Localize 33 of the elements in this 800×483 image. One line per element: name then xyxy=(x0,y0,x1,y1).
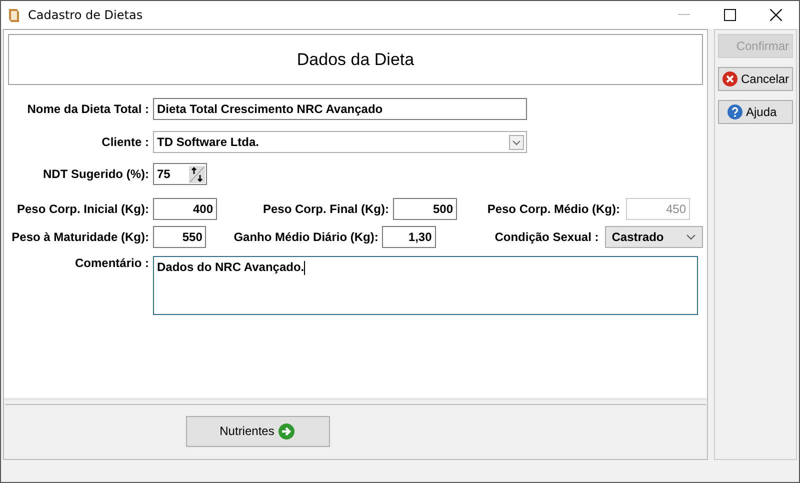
cancel-icon xyxy=(722,71,738,87)
spin-arrows-icon[interactable] xyxy=(189,166,205,182)
number-field[interactable]: 1,30 xyxy=(382,226,436,248)
window-title: Cadastro de Dietas xyxy=(28,8,143,22)
dropdown-icon xyxy=(509,134,524,150)
field-label: Cliente : xyxy=(100,135,149,149)
field-label: Ganho Médio Diário (Kg): xyxy=(232,230,378,244)
number-field[interactable]: 400 xyxy=(153,198,217,220)
close-icon[interactable] xyxy=(770,9,782,21)
section-title: Dados da Dieta xyxy=(296,50,414,70)
name-field[interactable]: Dieta Total Crescimento NRC Avançado xyxy=(153,98,527,120)
field-label: Peso à Maturidade (Kg): xyxy=(10,230,149,244)
caret-icon xyxy=(686,234,696,240)
field-label: Peso Corp. Inicial (Kg): xyxy=(16,202,149,216)
number-field[interactable]: 500 xyxy=(393,198,457,220)
ndt-spinbox[interactable]: 75 xyxy=(153,163,207,185)
sex-dropdown[interactable]: Castrado xyxy=(604,226,704,248)
side-button[interactable]: Cancelar xyxy=(718,67,794,91)
field-label: Peso Corp. Médio (Kg): xyxy=(486,202,620,216)
nutrients-button[interactable]: Nutrientes xyxy=(186,416,330,446)
field-label: Comentário : xyxy=(74,256,149,270)
help-icon xyxy=(727,104,743,120)
app-icon xyxy=(7,7,21,23)
field-label: Peso Corp. Final (Kg): xyxy=(262,202,389,216)
number-field[interactable]: 550 xyxy=(153,226,206,248)
field-label: Condição Sexual : xyxy=(494,230,599,244)
field-label: Nome da Dieta Total : xyxy=(26,102,149,116)
arrow-right-icon xyxy=(278,422,296,440)
client-dropdown[interactable]: TD Software Ltda. xyxy=(153,131,527,153)
field-label: NDT Sugerido (%): xyxy=(42,167,149,181)
maximize-icon[interactable] xyxy=(724,9,736,21)
side-button[interactable]: Ajuda xyxy=(718,100,794,124)
comment-field[interactable]: Dados do NRC Avançado. xyxy=(153,256,698,315)
